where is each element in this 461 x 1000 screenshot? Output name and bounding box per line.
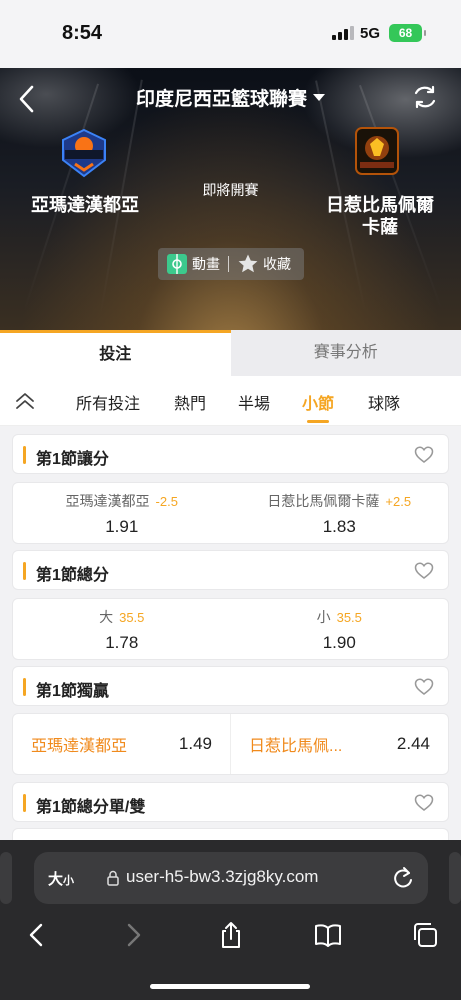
collapse-icon [16, 393, 34, 409]
prev-tab-edge[interactable] [0, 852, 12, 904]
status-bar: 8:54 5G 68 [0, 0, 461, 68]
odds-price: 2.44 [396, 734, 430, 753]
reload-icon[interactable] [392, 866, 414, 890]
subtab-quarter[interactable]: 小節 [302, 390, 334, 423]
collapse-button[interactable] [12, 388, 38, 414]
animation-label: 動畫 [192, 256, 220, 272]
address-bar[interactable]: 大小 user-h5-bw3.3zjg8ky.com [34, 852, 428, 904]
url-text: user-h5-bw3.3zjg8ky.com [126, 867, 319, 886]
home-team-logo [62, 128, 106, 178]
accent-bar [23, 678, 26, 696]
forward-icon[interactable] [118, 920, 148, 950]
status-time: 8:54 [62, 22, 103, 44]
league-selector[interactable]: 印度尼西亞籃球聯賽 [0, 84, 461, 111]
outcome-label: 日惹比馬佩... [249, 738, 343, 755]
bookmarks-icon[interactable] [313, 920, 343, 950]
match-hero: 印度尼西亞籃球聯賽 亞瑪達漢都亞 即將開賽 日惹比馬佩爾 卡薩 動畫 收藏 [0, 68, 461, 330]
market-title: 第1節讓分 [36, 451, 109, 468]
divider [228, 256, 229, 272]
main-tabs: 投注 賽事分析 [0, 330, 461, 376]
accent-bar [23, 446, 26, 464]
caret-down-icon [313, 94, 325, 101]
odds-price: 1.91 [105, 517, 139, 536]
favorite-label: 收藏 [263, 256, 291, 272]
odds-row: 大 35.5 1.78 小 35.5 1.90 [12, 598, 449, 660]
odds-button-home[interactable]: 亞瑪達漢都亞 1.49 [13, 714, 230, 774]
text-size-small: 小 [63, 875, 75, 887]
accent-bar [23, 562, 26, 580]
away-team-logo [355, 127, 399, 175]
refresh-icon [414, 85, 436, 109]
heart-icon[interactable] [414, 677, 434, 697]
outcome-label: 小 [316, 609, 331, 625]
outcome-label: 日惹比馬佩爾卡薩 [267, 493, 380, 509]
heart-icon[interactable] [414, 445, 434, 465]
outcome-label: 大 [99, 609, 114, 625]
odds-button-under[interactable]: 小 35.5 1.90 [231, 599, 449, 659]
subtab-team[interactable]: 球隊 [368, 390, 400, 414]
signal-icon [332, 26, 354, 40]
next-tab-edge[interactable] [449, 852, 461, 904]
browser-chrome: 大小 user-h5-bw3.3zjg8ky.com [0, 840, 461, 1000]
sub-tabs: 所有投注 熱門 半場 小節 球隊 [0, 376, 461, 426]
handicap-line: -2.5 [155, 494, 178, 509]
network-type: 5G [360, 25, 381, 42]
home-indicator[interactable] [150, 984, 310, 989]
odds-button-home[interactable]: 亞瑪達漢都亞 -2.5 1.91 [13, 483, 231, 543]
market-header[interactable]: 第1節總分單/雙 [12, 782, 449, 822]
total-line: 35.5 [119, 610, 145, 625]
animation-button[interactable]: 動畫 [166, 253, 220, 275]
text-size-large: 大 [48, 871, 64, 888]
accent-bar [23, 794, 26, 812]
market-header[interactable]: 第1節讓分 [12, 434, 449, 474]
league-title: 印度尼西亞籃球聯賽 [135, 89, 307, 110]
outcome-label: 亞瑪達漢都亞 [31, 738, 128, 755]
text-size-button[interactable]: 大小 [48, 868, 74, 889]
odds-price: 1.78 [105, 633, 139, 652]
lock-icon [107, 870, 119, 886]
subtab-half[interactable]: 半場 [238, 390, 270, 414]
odds-button-away[interactable]: 日惹比馬佩爾卡薩 +2.5 1.83 [231, 483, 449, 543]
heart-icon[interactable] [414, 793, 434, 813]
market-title: 第1節總分 [36, 567, 109, 584]
odds-button-over[interactable]: 大 35.5 1.78 [13, 599, 231, 659]
total-line: 35.5 [336, 610, 362, 625]
handicap-line: +2.5 [385, 494, 412, 509]
away-team-name: 日惹比馬佩爾 卡薩 [310, 194, 450, 238]
star-icon [238, 254, 258, 273]
battery-icon: 68 [389, 24, 422, 42]
odds-price: 1.90 [322, 633, 356, 652]
away-team-name-line1: 日惹比馬佩爾 [326, 195, 434, 215]
favorite-button[interactable]: 收藏 [237, 253, 291, 275]
odds-price: 1.49 [178, 734, 212, 753]
refresh-button[interactable] [411, 83, 439, 111]
odds-button-away[interactable]: 日惹比馬佩... 2.44 [230, 714, 448, 774]
odds-price: 1.83 [322, 517, 356, 536]
away-team-name-line2: 卡薩 [362, 217, 398, 237]
back-icon[interactable] [22, 920, 52, 950]
market-title: 第1節總分單/雙 [36, 799, 146, 816]
tab-analysis[interactable]: 賽事分析 [231, 330, 461, 376]
share-icon[interactable] [216, 920, 246, 950]
subtab-all-bets[interactable]: 所有投注 [76, 390, 140, 414]
battery-tip [424, 30, 426, 36]
tabs-icon[interactable] [410, 920, 440, 950]
market-title: 第1節獨贏 [36, 683, 109, 700]
battery-level: 68 [398, 26, 413, 40]
odds-row: 亞瑪達漢都亞 1.49 日惹比馬佩... 2.44 [12, 713, 449, 775]
heart-icon[interactable] [414, 561, 434, 581]
market-header[interactable]: 第1節獨贏 [12, 666, 449, 706]
odds-row: 亞瑪達漢都亞 -2.5 1.91 日惹比馬佩爾卡薩 +2.5 1.83 [12, 482, 449, 544]
subtab-popular[interactable]: 熱門 [174, 390, 206, 414]
hero-actions: 動畫 收藏 [158, 248, 304, 280]
animation-icon [167, 254, 187, 274]
market-header[interactable]: 第1節總分 [12, 550, 449, 590]
outcome-label: 亞瑪達漢都亞 [65, 493, 150, 509]
tab-betting[interactable]: 投注 [0, 330, 231, 376]
